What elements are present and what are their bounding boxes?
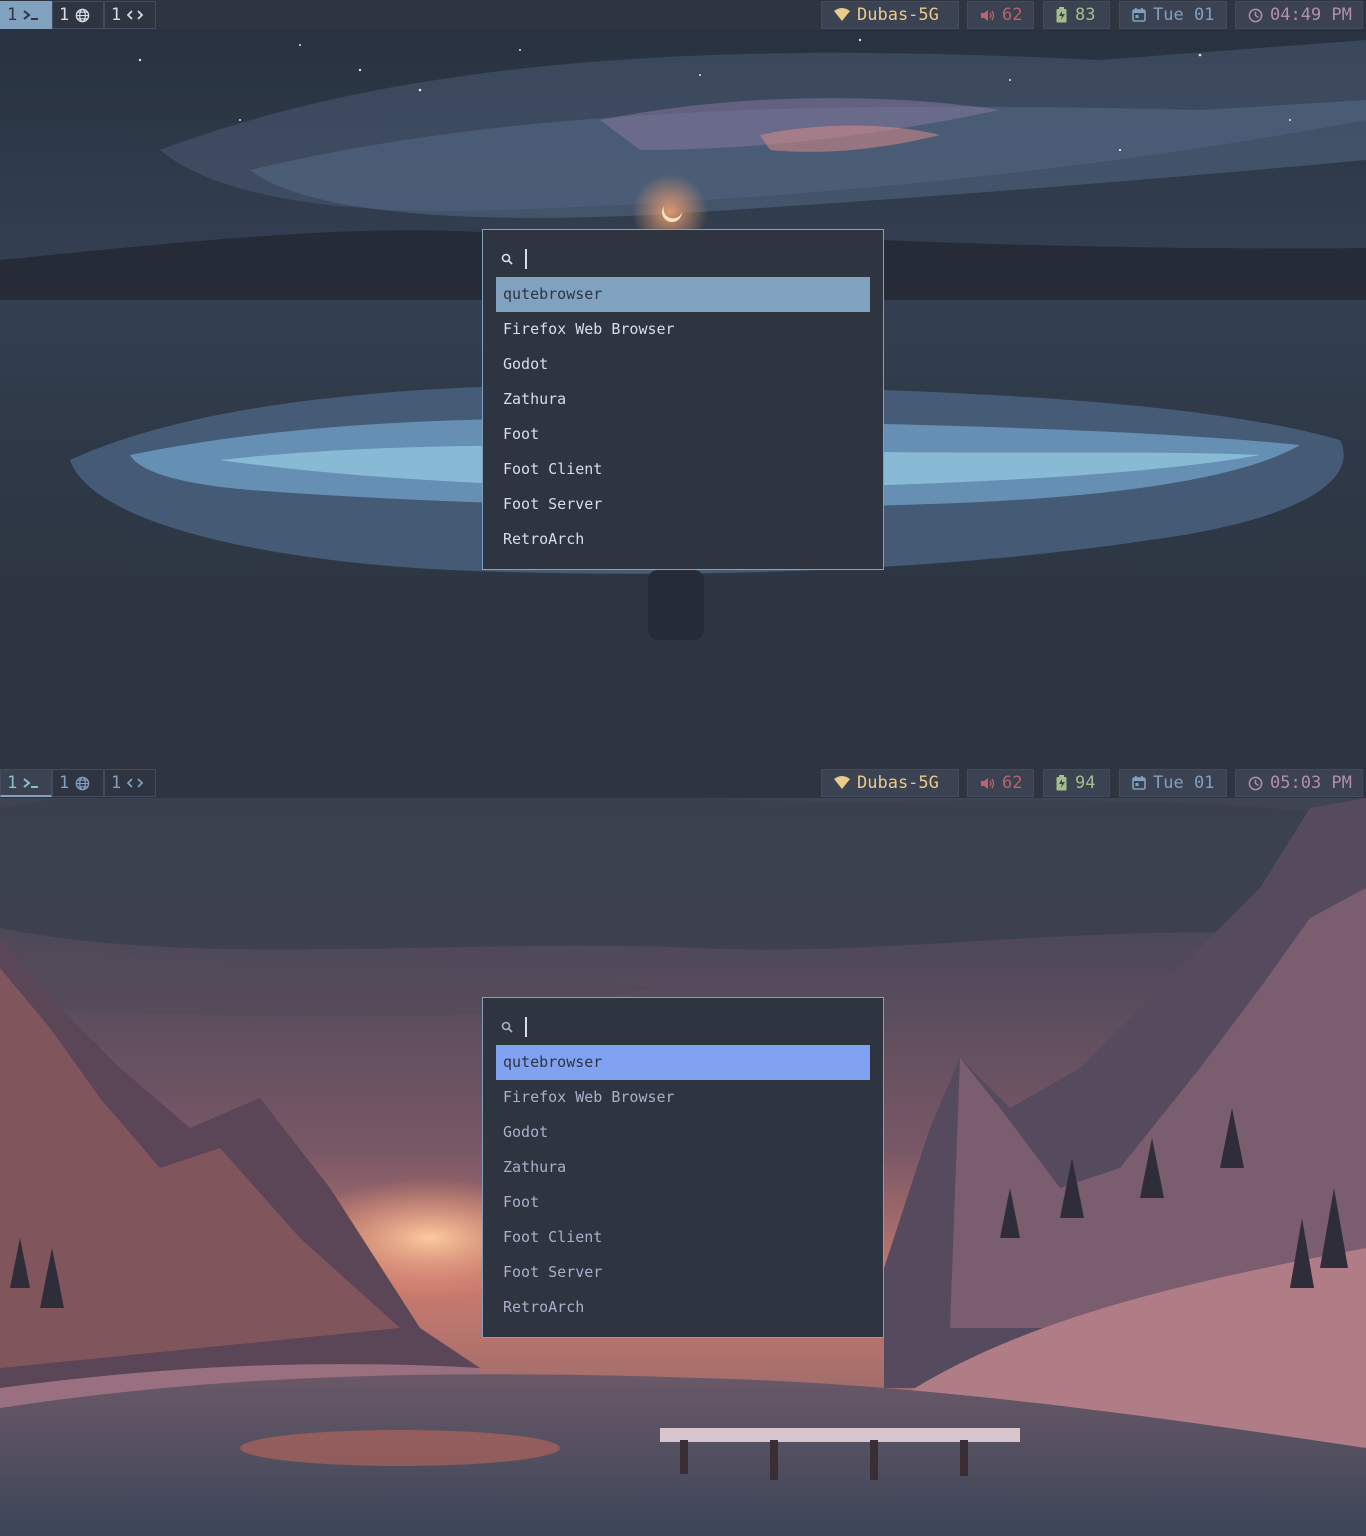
date-module[interactable]: Tue 01 <box>1119 1 1227 29</box>
launcher-item[interactable]: Zathura <box>496 382 870 417</box>
volume-icon <box>980 9 995 22</box>
date-text: Tue 01 <box>1153 5 1215 25</box>
volume-level: 62 <box>1002 5 1023 25</box>
wifi-module[interactable]: Dubas-5G <box>821 769 959 797</box>
battery-charging-icon <box>1056 775 1068 791</box>
wifi-icon <box>834 8 850 22</box>
workspace-number: 1 <box>111 773 122 793</box>
search-icon <box>501 1018 513 1037</box>
terminal-icon <box>23 9 39 21</box>
launcher-results: qutebrowser Firefox Web Browser Godot Za… <box>496 277 870 557</box>
status-bar: 1 1 1 Dubas-5G 62 83 Tue 01 04:49 PM <box>0 0 1366 30</box>
clock-text: 05:03 PM <box>1270 773 1352 793</box>
code-icon <box>127 9 144 21</box>
app-launcher: qutebrowser Firefox Web Browser Godot Za… <box>482 997 884 1338</box>
launcher-item[interactable]: qutebrowser <box>496 277 870 312</box>
clock-text: 04:49 PM <box>1270 5 1352 25</box>
launcher-item[interactable]: Godot <box>496 347 870 382</box>
battery-level: 94 <box>1075 773 1096 793</box>
launcher-item[interactable]: Firefox Web Browser <box>496 1080 870 1115</box>
workspace-number: 1 <box>111 5 122 25</box>
workspace-number: 1 <box>7 5 18 25</box>
clock-module[interactable]: 04:49 PM <box>1235 1 1363 29</box>
workspace-terminal[interactable]: 1 <box>0 769 52 797</box>
battery-module: 83 <box>1043 1 1110 29</box>
calendar-icon <box>1132 776 1146 790</box>
workspace-number: 1 <box>59 5 70 25</box>
volume-level: 62 <box>1002 773 1023 793</box>
text-cursor <box>525 249 527 269</box>
volume-icon <box>980 777 995 790</box>
launcher-results: qutebrowser Firefox Web Browser Godot Za… <box>496 1045 870 1325</box>
launcher-item[interactable]: qutebrowser <box>496 1045 870 1080</box>
screen-2: 1 1 1 Dubas-5G 62 94 Tue 01 05:03 PM qut… <box>0 768 1366 1536</box>
battery-module: 94 <box>1043 769 1110 797</box>
launcher-item[interactable]: Foot <box>496 417 870 452</box>
launcher-item[interactable]: Foot <box>496 1185 870 1220</box>
text-cursor <box>525 1017 527 1037</box>
workspace-terminal[interactable]: 1 <box>0 1 52 29</box>
wifi-ssid: Dubas-5G <box>857 773 939 793</box>
launcher-item[interactable]: Zathura <box>496 1150 870 1185</box>
status-bar: 1 1 1 Dubas-5G 62 94 Tue 01 05:03 PM <box>0 768 1366 798</box>
clock-module[interactable]: 05:03 PM <box>1235 769 1363 797</box>
globe-icon <box>75 8 90 23</box>
wifi-module[interactable]: Dubas-5G <box>821 1 959 29</box>
date-module[interactable]: Tue 01 <box>1119 769 1227 797</box>
globe-icon <box>75 776 90 791</box>
date-text: Tue 01 <box>1153 773 1215 793</box>
app-launcher: qutebrowser Firefox Web Browser Godot Za… <box>482 229 884 570</box>
launcher-item[interactable]: Firefox Web Browser <box>496 312 870 347</box>
wifi-icon <box>834 776 850 790</box>
workspace-code[interactable]: 1 <box>104 1 156 29</box>
clock-icon <box>1248 8 1263 23</box>
battery-charging-icon <box>1056 7 1068 23</box>
calendar-icon <box>1132 8 1146 22</box>
workspace-browser[interactable]: 1 <box>52 769 104 797</box>
screen-1: 1 1 1 Dubas-5G 62 83 Tue 01 04:49 PM qut… <box>0 0 1366 768</box>
workspace-number: 1 <box>7 772 18 793</box>
workspace-browser[interactable]: 1 <box>52 1 104 29</box>
launcher-search[interactable] <box>501 1015 527 1039</box>
launcher-item[interactable]: RetroArch <box>496 1290 870 1325</box>
search-icon <box>501 250 513 269</box>
code-icon <box>127 777 144 789</box>
workspace-number: 1 <box>59 773 70 793</box>
volume-module[interactable]: 62 <box>967 769 1034 797</box>
launcher-item[interactable]: Foot Server <box>496 487 870 522</box>
launcher-item[interactable]: RetroArch <box>496 522 870 557</box>
launcher-item[interactable]: Foot Server <box>496 1255 870 1290</box>
launcher-item[interactable]: Foot Client <box>496 1220 870 1255</box>
wifi-ssid: Dubas-5G <box>857 5 939 25</box>
terminal-icon <box>23 777 39 789</box>
launcher-item[interactable]: Foot Client <box>496 452 870 487</box>
volume-module[interactable]: 62 <box>967 1 1034 29</box>
clock-icon <box>1248 776 1263 791</box>
launcher-search[interactable] <box>501 247 527 271</box>
launcher-item[interactable]: Godot <box>496 1115 870 1150</box>
battery-level: 83 <box>1075 5 1096 25</box>
workspace-code[interactable]: 1 <box>104 769 156 797</box>
